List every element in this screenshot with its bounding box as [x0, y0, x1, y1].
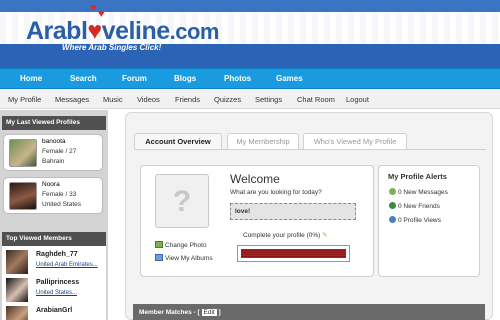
profile-info: Female / 27: [42, 148, 77, 155]
profile-location: United States: [42, 201, 82, 208]
avatar-placeholder[interactable]: ?: [155, 174, 209, 228]
list-item[interactable]: Raghdeh_77 United Arab Emirates...: [6, 250, 106, 276]
profile-photo[interactable]: [9, 139, 37, 167]
subnav-messages[interactable]: Messages: [55, 95, 89, 104]
nav-search[interactable]: Search: [70, 74, 97, 83]
top-viewed-title: Top Viewed Members: [2, 232, 106, 246]
new-messages-alert[interactable]: 0 New Messages: [389, 188, 448, 196]
change-photo-link[interactable]: Change Photo: [155, 241, 207, 249]
subnav-chat-room[interactable]: Chat Room: [297, 95, 335, 104]
welcome-title: Welcome: [230, 172, 280, 186]
heart-icon: ♥: [90, 2, 97, 14]
member-matches-header: Member Matches - [ Edit ]: [133, 304, 485, 320]
profile-name[interactable]: Noora: [42, 181, 60, 188]
list-item[interactable]: ArabianGrl: [6, 306, 106, 320]
member-photo[interactable]: [6, 278, 28, 302]
profile-location: Bahrain: [42, 158, 65, 165]
welcome-question: What are you looking for today?: [230, 189, 322, 196]
profile-photo[interactable]: [9, 182, 37, 210]
profile-info: Female / 33: [42, 191, 77, 198]
site-header: ♥ ♥ Arabl♥veline.com Where Arab Singles …: [0, 0, 500, 68]
nav-blogs[interactable]: Blogs: [174, 74, 196, 83]
new-friends-alert[interactable]: 0 New Friends: [389, 202, 440, 210]
welcome-box: ? Change Photo View My Albums Welcome Wh…: [140, 165, 374, 277]
views-icon: [389, 216, 396, 223]
subnav-my-profile[interactable]: My Profile: [8, 95, 41, 104]
photo-icon: [155, 241, 163, 248]
subnav-settings[interactable]: Settings: [255, 95, 282, 104]
member-location[interactable]: United States...: [36, 290, 77, 296]
member-name[interactable]: Raghdeh_77: [36, 251, 78, 258]
tab-whos-viewed[interactable]: Who's Viewed My Profile: [303, 133, 407, 149]
subnav-quizzes[interactable]: Quizzes: [214, 95, 241, 104]
profile-name[interactable]: banoota: [42, 138, 66, 145]
nav-games[interactable]: Games: [276, 74, 303, 83]
subnav-music[interactable]: Music: [103, 95, 123, 104]
left-sidebar: My Last Viewed Profiles banoota Female /…: [0, 110, 108, 320]
list-item[interactable]: Palliprincess United States...: [6, 278, 106, 304]
profile-alerts-box: My Profile Alerts 0 New Messages 0 New F…: [378, 165, 480, 277]
alerts-title: My Profile Alerts: [388, 172, 447, 181]
subnav-logout[interactable]: Logout: [346, 95, 369, 104]
main-nav: Home Search Forum Blogs Photos Games: [0, 68, 500, 89]
album-icon: [155, 254, 163, 261]
member-name[interactable]: ArabianGrl: [36, 307, 72, 314]
profile-progress-bar: [237, 245, 350, 262]
logo-heart-icon: ♥: [87, 17, 102, 45]
member-photo[interactable]: [6, 306, 28, 320]
view-albums-link[interactable]: View My Albums: [155, 254, 213, 262]
tab-my-membership[interactable]: My Membership: [227, 133, 299, 149]
tab-account-overview[interactable]: Account Overview: [134, 133, 222, 150]
nav-forum[interactable]: Forum: [122, 74, 147, 83]
nav-photos[interactable]: Photos: [224, 74, 251, 83]
site-logo[interactable]: Arabl♥veline.com: [26, 17, 219, 46]
profile-views-alert[interactable]: 0 Profile Views: [389, 216, 441, 224]
profile-card[interactable]: Noora Female / 33 United States: [3, 177, 103, 214]
member-photo[interactable]: [6, 250, 28, 274]
edit-matches-link[interactable]: Edit: [201, 309, 217, 316]
top-viewed-list: Raghdeh_77 United Arab Emirates... Palli…: [2, 246, 106, 320]
site-tagline: Where Arab Singles Click!: [62, 43, 162, 52]
profile-card[interactable]: banoota Female / 27 Bahrain: [3, 134, 103, 171]
messages-icon: [389, 188, 396, 195]
subnav-friends[interactable]: Friends: [175, 95, 200, 104]
subnav-videos[interactable]: Videos: [137, 95, 160, 104]
pencil-icon: ✎: [322, 232, 328, 239]
progress-fill: [241, 249, 346, 258]
tab-divider: [134, 149, 486, 150]
member-name[interactable]: Palliprincess: [36, 279, 79, 286]
nav-home[interactable]: Home: [20, 74, 42, 83]
last-viewed-title: My Last Viewed Profiles: [2, 116, 106, 130]
friends-icon: [389, 202, 396, 209]
member-location[interactable]: United Arab Emirates...: [36, 262, 98, 268]
sub-nav: My Profile Messages Music Videos Friends…: [0, 89, 500, 109]
account-panel: Account Overview My Membership Who's Vie…: [125, 112, 493, 320]
looking-for-input[interactable]: love!: [230, 203, 356, 220]
complete-profile-link[interactable]: Complete your profile (0%) ✎: [243, 231, 328, 239]
